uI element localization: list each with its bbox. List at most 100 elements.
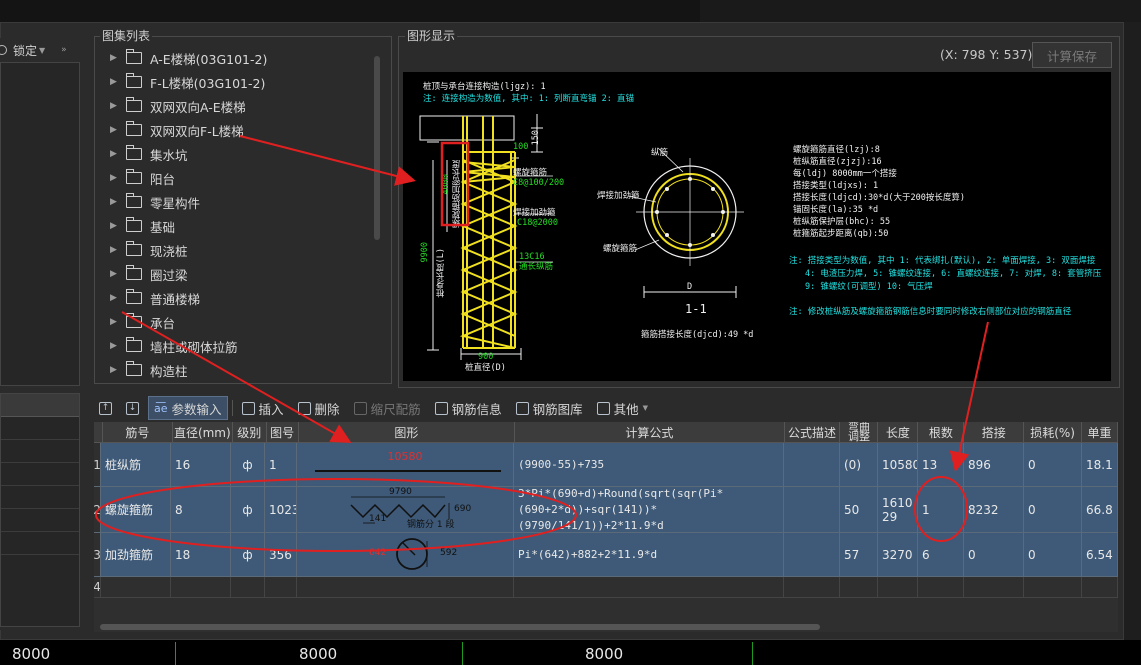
tree-item-label: 构造柱: [150, 363, 188, 379]
arrow-down-icon: ↓: [126, 401, 139, 415]
tree-item[interactable]: ▶ 构造柱: [100, 358, 370, 382]
other-menu-button[interactable]: 其他 ▼: [592, 397, 653, 419]
tree-item[interactable]: ▶ 圈过梁: [100, 262, 370, 286]
folder-icon: [125, 337, 142, 352]
param-icon: a͞e: [154, 401, 168, 415]
tree-item-label: 集水坑: [150, 147, 188, 163]
chevron-right-icon: ▶: [110, 197, 117, 207]
insert-icon: [241, 401, 255, 415]
cad-p3: 每(ldj) 8000mm一个搭接: [793, 169, 897, 179]
table-header: 筋号 直径(mm) 级别 图号 图形 计算公式 公式描述 弯曲调整 长度 根数 …: [94, 422, 1118, 443]
left-grid-box: [0, 393, 80, 627]
scale-rebar-button[interactable]: 缩尺配筋: [349, 397, 426, 419]
tree-item[interactable]: ▶ 现浇桩: [100, 238, 370, 262]
left-list-box: [0, 62, 80, 386]
cad-p7: 桩纵筋保护层(bhc): 55: [793, 217, 891, 227]
shape-cell[interactable]: 10580: [297, 443, 514, 487]
atlas-scrollbar[interactable]: [374, 56, 380, 240]
coords-readout: (X: 798 Y: 537): [940, 47, 1033, 62]
tree-item-label: 双网双向F-L楼梯: [150, 123, 244, 139]
header-diameter[interactable]: 直径(mm): [172, 422, 233, 443]
header-bend-adjust[interactable]: 弯曲调整: [840, 422, 879, 443]
tree-item[interactable]: ▶ 承台: [100, 310, 370, 334]
document-icon: [596, 401, 610, 415]
lock-bar[interactable]: 锁定 ▼ »: [0, 40, 88, 60]
chevron-right-icon: ▶: [110, 317, 117, 327]
move-down-button[interactable]: ↓: [121, 397, 144, 419]
tree-item[interactable]: ▶ F-L楼梯(03G101-2): [100, 70, 370, 94]
header-fig-no[interactable]: 图号: [266, 422, 299, 443]
cad-label-d: D: [687, 282, 693, 292]
chevron-down-icon: ▼: [39, 45, 46, 55]
spiral-pitch-label: 141: [369, 514, 387, 524]
chevron-right-icon: ▶: [110, 101, 117, 111]
chevron-down-icon: ▼: [642, 404, 649, 412]
tree-item-label: 基础: [150, 219, 176, 235]
header-lap[interactable]: 搭接: [964, 422, 1025, 443]
chevron-right-icon: ▶: [110, 293, 117, 303]
folder-icon: [125, 241, 142, 256]
tree-item[interactable]: ▶ 双网双向F-L楼梯: [100, 118, 370, 142]
header-length[interactable]: 长度: [878, 422, 919, 443]
tree-item[interactable]: ▶ 双网双向A-E楼梯: [100, 94, 370, 118]
tree-item-label: 阳台: [150, 171, 176, 187]
cad-side-text: 螺旋箍筋加密长度: [452, 160, 462, 228]
tree-item[interactable]: ▶ 基础: [100, 214, 370, 238]
rebar-toolbar: ↑ ↓ a͞e 参数输入 插入 删除 缩尺配筋 钢筋信息 钢筋图库 其他 ▼: [94, 396, 1118, 420]
move-up-button[interactable]: ↑: [94, 397, 117, 419]
chevron-right-icon: ▶: [110, 245, 117, 255]
tree-item[interactable]: ▶ 零星构件: [100, 190, 370, 214]
delete-button[interactable]: 删除: [293, 397, 345, 419]
drawing-canvas[interactable]: 桩顶与承台连接构造(ljgz): 1 注: 连接构造为数值, 其中: 1: 列断…: [403, 72, 1111, 381]
table-row[interactable]: 4: [94, 577, 1118, 598]
table-row[interactable]: 1 桩纵筋 16 ф 1 10580 (9900-55)+735 (0) 105…: [94, 443, 1118, 487]
folder-icon: [125, 217, 142, 232]
chevron-right-icon: ▶: [110, 149, 117, 159]
cad-label-9900: 9900: [420, 242, 430, 263]
chevron-right-icon: ▶: [110, 341, 117, 351]
top-strip: [0, 0, 1141, 22]
tree-item[interactable]: ▶ A-E楼梯(03G101-2): [100, 46, 370, 70]
header-grade[interactable]: 级别: [232, 422, 267, 443]
insert-button[interactable]: 插入: [237, 397, 289, 419]
cad-n4: 注: 修改桩纵筋及螺旋箍筋钢筋信息时要同时修改右侧部位对应的钢筋直径: [789, 307, 1072, 317]
table-hscroll[interactable]: [100, 624, 820, 630]
rebar-library-button[interactable]: 钢筋图库: [511, 397, 588, 419]
header-count[interactable]: 根数: [918, 422, 965, 443]
header-loss[interactable]: 损耗(%): [1024, 422, 1083, 443]
cad-p5: 搭接长度(ldjcd):30*d(大于200按长度算): [793, 193, 965, 203]
rebar-table: 筋号 直径(mm) 级别 图号 图形 计算公式 公式描述 弯曲调整 长度 根数 …: [94, 422, 1118, 632]
tree-item-label: 圈过梁: [150, 267, 188, 283]
header-formula[interactable]: 计算公式: [515, 422, 785, 443]
tree-item[interactable]: ▶ 普通楼梯: [100, 286, 370, 310]
table-row[interactable]: 2 螺旋箍筋 8 ф 1023 9790 690 141 钢筋分 1 段 3*P…: [94, 487, 1118, 533]
header-bar-no[interactable]: 筋号: [103, 422, 173, 443]
shape-cell[interactable]: 642 592: [297, 533, 514, 577]
cad-p6: 锚固长度(la):35 *d: [793, 205, 879, 215]
arrow-up-icon: ↑: [99, 401, 112, 415]
header-weight[interactable]: 单重: [1082, 422, 1118, 443]
cad-line2: 注: 连接构造为数值, 其中: 1: 列断直弯锚 2: 直锚: [423, 94, 635, 104]
cad-tongchang: 通长纵筋: [519, 262, 554, 272]
hoop-width-label: 592: [440, 548, 458, 558]
ruler-label-3: 8000: [585, 645, 624, 663]
header-formula-desc[interactable]: 公式描述: [784, 422, 841, 443]
table-row[interactable]: 3 加劲箍筋 18 ф 356 642 592 Pi*(642)+882+2*1…: [94, 533, 1118, 577]
cad-n2: 4: 电渣压力焊, 5: 锥螺纹连接, 6: 直螺纹连接, 7: 对焊, 8: …: [805, 269, 1102, 279]
shape-length-label: 10580: [387, 450, 423, 463]
param-input-button[interactable]: a͞e 参数输入: [148, 396, 228, 420]
cad-zongjin: 纵筋: [651, 148, 669, 158]
shape-cell[interactable]: 9790 690 141 钢筋分 1 段: [297, 487, 514, 533]
tree-item[interactable]: ▶ 阳台: [100, 166, 370, 190]
tree-item[interactable]: ▶ 墙柱或砌体拉筋: [100, 334, 370, 358]
tree-item[interactable]: ▶ 集水坑: [100, 142, 370, 166]
header-shape[interactable]: 图形: [298, 422, 516, 443]
hoop-shape: [396, 538, 428, 570]
calc-save-button[interactable]: 计算保存: [1032, 42, 1112, 68]
cad-zhujing: 桩直径(D): [465, 363, 506, 373]
tree-item-label: 零星构件: [150, 195, 201, 211]
tree-item-label: F-L楼梯(03G101-2): [150, 75, 266, 91]
cad-line1: 桩顶与承台连接构造(ljgz): 1: [423, 82, 546, 92]
chevron-right-icon: ▶: [110, 173, 117, 183]
rebar-info-button[interactable]: 钢筋信息: [430, 397, 507, 419]
